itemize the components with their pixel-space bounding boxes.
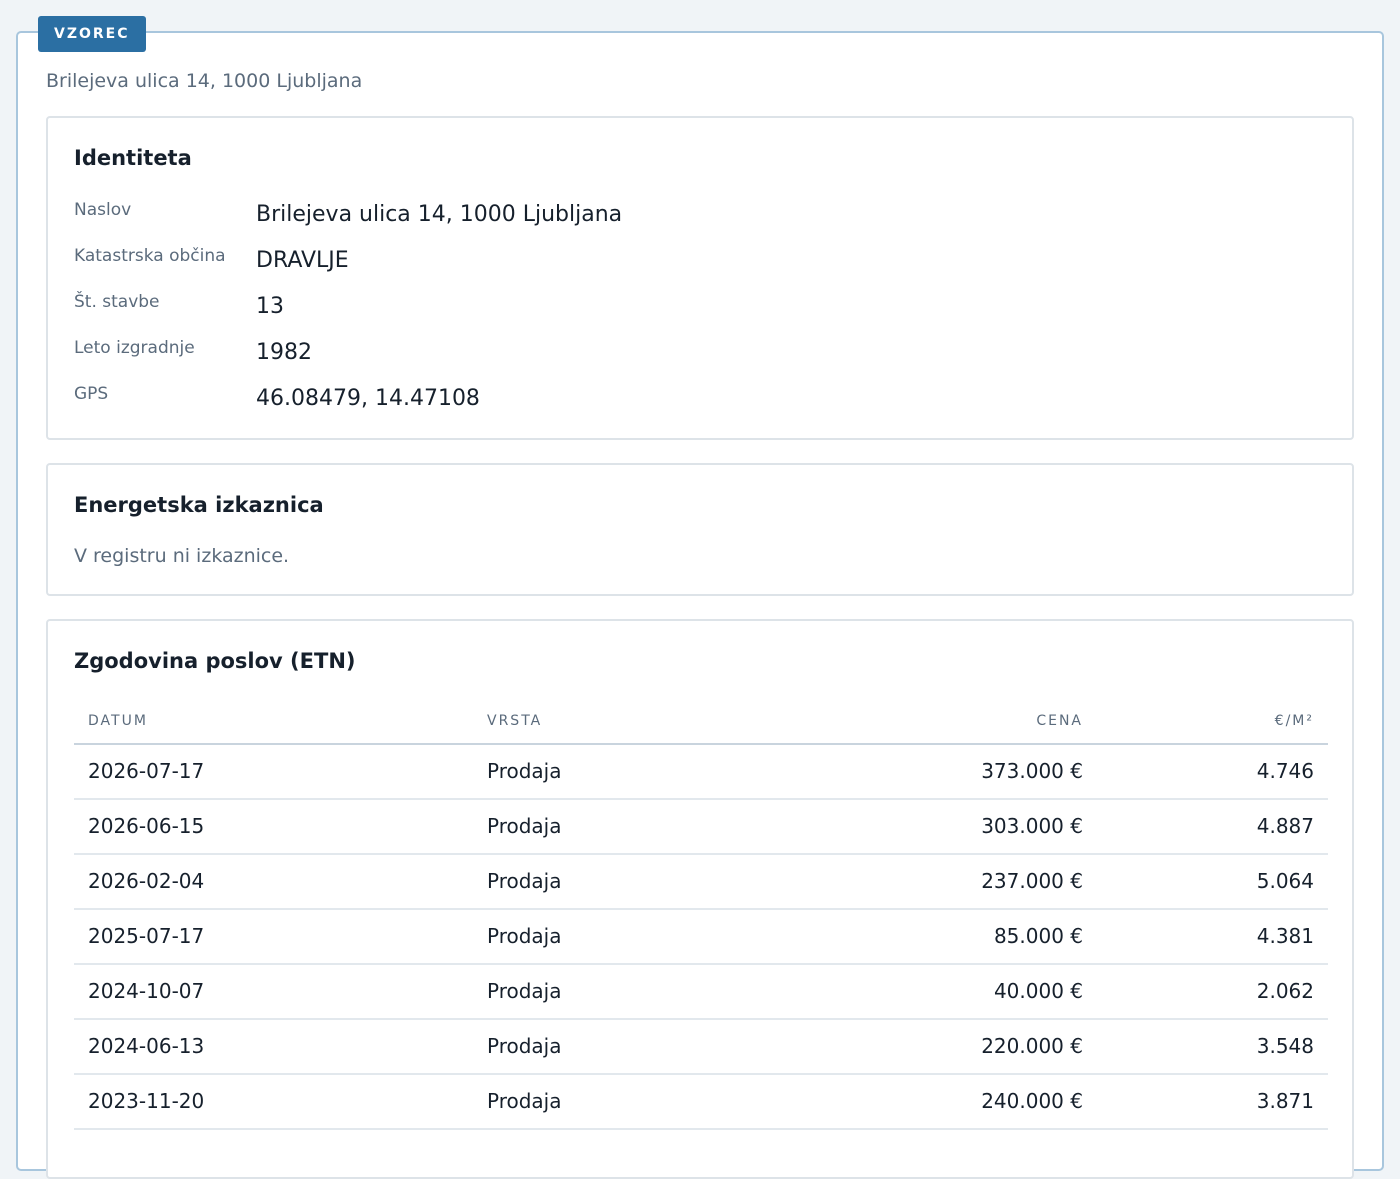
table-row: 2026-02-04 Prodaja 237.000 € 5.064 (74, 855, 1328, 910)
column-header-type[interactable]: VRSTA (487, 713, 542, 729)
sample-badge: VZOREC (38, 16, 146, 52)
cell-type: Prodaja (487, 1089, 562, 1113)
energy-title: Energetska izkaznica (74, 493, 324, 517)
cell-type: Prodaja (487, 814, 562, 838)
cell-date: 2023-11-20 (88, 1089, 205, 1113)
column-header-price-per-m2[interactable]: €/M² (1275, 713, 1314, 729)
cell-price-per-m2: 2.062 (1256, 979, 1314, 1003)
cell-date: 2024-10-07 (88, 979, 205, 1003)
energy-note: V registru ni izkaznice. (74, 545, 290, 567)
identity-value: 13 (256, 294, 284, 319)
cell-date: 2024-06-13 (88, 1034, 205, 1058)
table-row: 2023-11-20 Prodaja 240.000 € 3.871 (74, 1075, 1328, 1130)
cell-price: 220.000 € (981, 1034, 1083, 1058)
identity-label: Katastrska občina (74, 246, 226, 266)
cell-price: 240.000 € (981, 1089, 1083, 1113)
identity-label: Št. stavbe (74, 292, 160, 312)
cell-type: Prodaja (487, 979, 562, 1003)
cell-price-per-m2: 3.871 (1256, 1089, 1314, 1113)
identity-value: 46.08479, 14.47108 (256, 386, 480, 411)
cell-price: 40.000 € (993, 979, 1083, 1003)
column-header-price[interactable]: CENA (1036, 713, 1083, 729)
cell-price-per-m2: 4.887 (1256, 814, 1314, 838)
column-header-date[interactable]: DATUM (88, 713, 148, 729)
table-row: 2026-06-15 Prodaja 303.000 € 4.887 (74, 800, 1328, 855)
cell-date: 2026-07-17 (88, 759, 205, 783)
history-table: DATUM VRSTA CENA €/M² 2026-07-17 Prodaja… (74, 701, 1328, 1130)
cell-price: 237.000 € (981, 869, 1083, 893)
identity-value: DRAVLJE (256, 248, 349, 273)
table-row: 2024-10-07 Prodaja 40.000 € 2.062 (74, 965, 1328, 1020)
identity-label: Leto izgradnje (74, 338, 195, 358)
identity-label: GPS (74, 384, 109, 404)
identity-value: 1982 (256, 340, 312, 365)
cell-price: 373.000 € (981, 759, 1083, 783)
identity-title: Identiteta (74, 146, 192, 170)
table-row: 2025-07-17 Prodaja 85.000 € 4.381 (74, 910, 1328, 965)
identity-value: Brilejeva ulica 14, 1000 Ljubljana (256, 202, 623, 227)
cell-price: 303.000 € (981, 814, 1083, 838)
cell-type: Prodaja (487, 1034, 562, 1058)
identity-card: Identiteta Naslov Brilejeva ulica 14, 10… (46, 116, 1354, 440)
cell-date: 2026-02-04 (88, 869, 205, 893)
cell-type: Prodaja (487, 759, 562, 783)
table-row: 2024-06-13 Prodaja 220.000 € 3.548 (74, 1020, 1328, 1075)
cell-date: 2026-06-15 (88, 814, 205, 838)
cell-price-per-m2: 4.746 (1256, 759, 1314, 783)
cell-type: Prodaja (487, 924, 562, 948)
history-title: Zgodovina poslov (ETN) (74, 649, 356, 673)
cell-price: 85.000 € (993, 924, 1083, 948)
table-header: DATUM VRSTA CENA €/M² (74, 701, 1328, 745)
history-card: Zgodovina poslov (ETN) DATUM VRSTA CENA … (46, 619, 1354, 1179)
energy-card: Energetska izkaznica V registru ni izkaz… (46, 463, 1354, 596)
cell-price-per-m2: 4.381 (1256, 924, 1314, 948)
cell-price-per-m2: 3.548 (1256, 1034, 1314, 1058)
address-subtitle: Brilejeva ulica 14, 1000 Ljubljana (46, 70, 363, 92)
identity-label: Naslov (74, 200, 132, 220)
cell-date: 2025-07-17 (88, 924, 205, 948)
table-row: 2026-07-17 Prodaja 373.000 € 4.746 (74, 745, 1328, 800)
cell-type: Prodaja (487, 869, 562, 893)
cell-price-per-m2: 5.064 (1256, 869, 1314, 893)
